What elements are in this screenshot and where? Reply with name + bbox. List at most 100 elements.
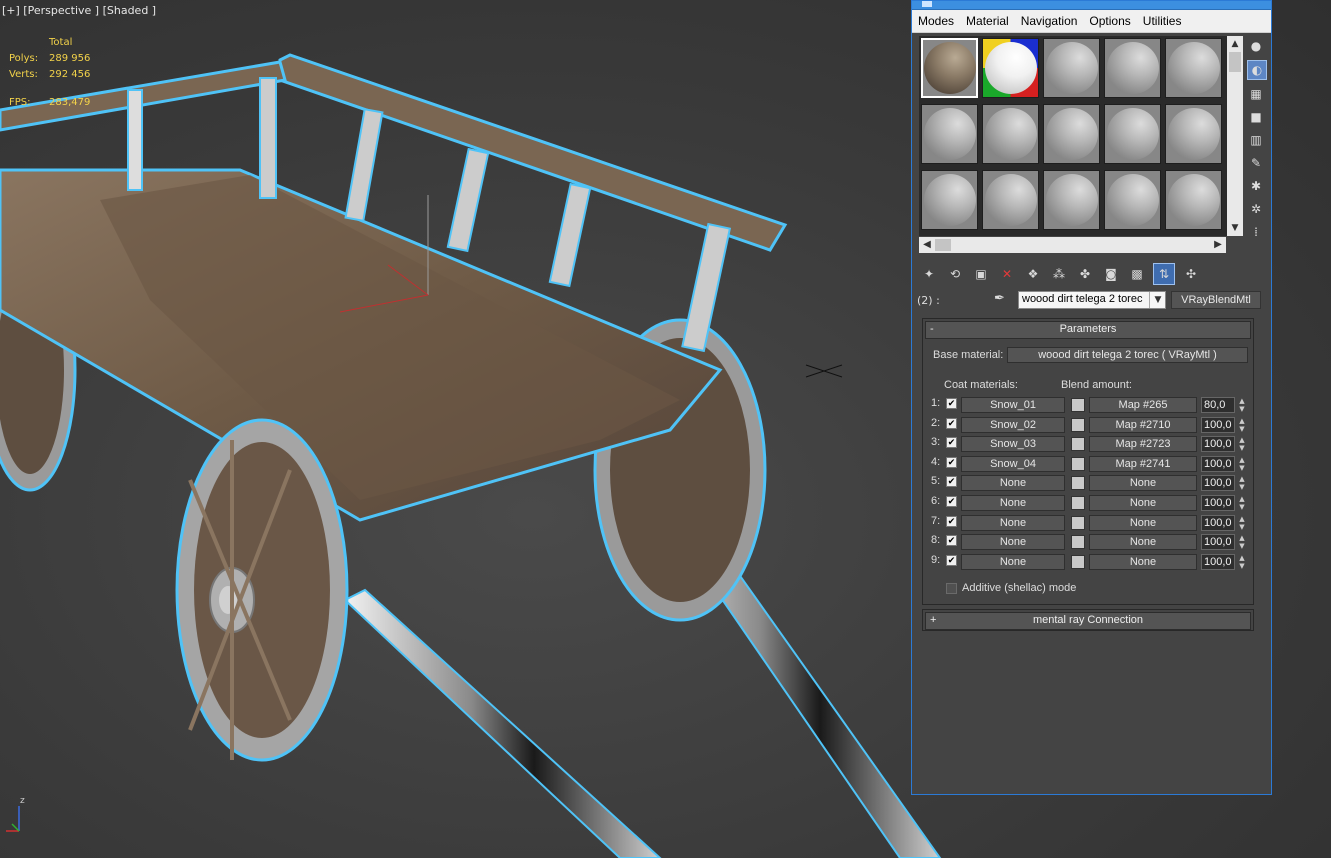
eyedropper-icon[interactable]: ✒ <box>994 291 1005 306</box>
sample-type-icon[interactable]: ● <box>1247 37 1265 55</box>
menu-options[interactable]: Options <box>1083 14 1136 28</box>
coat-material-button[interactable]: None <box>961 495 1065 511</box>
blend-color-swatch[interactable] <box>1071 437 1085 452</box>
blend-map-button[interactable]: None <box>1089 514 1197 531</box>
select-by-material-icon[interactable]: ✲ <box>1247 200 1265 218</box>
coat-material-button[interactable]: None <box>961 534 1065 551</box>
sample-uv-tiling-icon[interactable]: ■ <box>1247 108 1265 126</box>
scroll-down-icon[interactable]: ▼ <box>1227 220 1243 236</box>
blend-color-swatch[interactable] <box>1071 535 1085 550</box>
blend-map-button[interactable]: None <box>1089 475 1197 492</box>
material-slot[interactable] <box>1043 170 1100 230</box>
blend-map-button[interactable]: Map #265 <box>1089 397 1197 413</box>
material-slot[interactable] <box>1104 38 1161 98</box>
material-slot[interactable] <box>1043 104 1100 164</box>
menu-modes[interactable]: Modes <box>912 14 960 28</box>
spinner-arrows-icon[interactable]: ▲ ▼ <box>1237 515 1247 531</box>
background-icon[interactable]: ▦ <box>1247 85 1265 103</box>
scroll-thumb[interactable] <box>1229 52 1241 72</box>
material-slot[interactable] <box>1165 170 1222 230</box>
spinner-arrows-icon[interactable]: ▲ ▼ <box>1237 456 1247 472</box>
show-end-result-icon[interactable]: ▩ <box>1127 264 1147 284</box>
coat-material-button[interactable]: None <box>961 553 1065 570</box>
parameters-rollout-header[interactable]: - Parameters <box>925 321 1251 339</box>
additive-checkbox[interactable] <box>946 583 957 594</box>
put-to-scene-icon[interactable]: ⟲ <box>945 264 965 284</box>
scroll-thumb-horizontal[interactable] <box>935 239 951 251</box>
get-material-icon[interactable]: ✦ <box>919 264 939 284</box>
material-name-field[interactable]: woood dirt telega 2 torec <box>1018 291 1166 309</box>
material-id-channel-icon[interactable]: ✤ <box>1075 264 1095 284</box>
blend-map-button[interactable]: None <box>1089 495 1197 511</box>
menu-navigation[interactable]: Navigation <box>1015 14 1084 28</box>
go-forward-sibling-icon[interactable]: ✣ <box>1181 264 1201 284</box>
spinner-arrows-icon[interactable]: ▲ ▼ <box>1237 397 1247 413</box>
material-type-button[interactable]: VRayBlendMtl <box>1171 291 1261 309</box>
go-to-parent-icon[interactable]: ⇅ <box>1153 263 1175 285</box>
material-slot[interactable] <box>982 38 1039 98</box>
title-bar[interactable] <box>912 1 1271 10</box>
material-slot[interactable] <box>982 104 1039 164</box>
coat-enable-checkbox[interactable]: ✔ <box>946 554 957 566</box>
material-map-navigator-icon[interactable]: ⁞ <box>1247 223 1265 241</box>
spinner-arrows-icon[interactable]: ▲ ▼ <box>1237 436 1247 452</box>
menu-utilities[interactable]: Utilities <box>1137 14 1188 28</box>
blend-color-swatch[interactable] <box>1071 515 1085 530</box>
coat-material-button[interactable]: Snow_01 <box>961 397 1065 413</box>
coat-enable-checkbox[interactable]: ✔ <box>946 515 957 527</box>
blend-color-swatch[interactable] <box>1071 417 1085 432</box>
material-editor-window[interactable]: Modes Material Navigation Options Utilit… <box>911 0 1272 795</box>
video-color-check-icon[interactable]: ▥ <box>1247 131 1265 149</box>
menu-material[interactable]: Material <box>960 14 1015 28</box>
show-map-in-viewport-icon[interactable]: ◙ <box>1101 264 1121 284</box>
blend-amount-field[interactable]: 100,0 <box>1201 553 1235 570</box>
blend-map-button[interactable]: None <box>1089 534 1197 551</box>
blend-color-swatch[interactable] <box>1071 398 1085 412</box>
material-slot[interactable] <box>1043 38 1100 98</box>
material-slot[interactable] <box>921 104 978 164</box>
coat-enable-checkbox[interactable]: ✔ <box>946 535 957 547</box>
make-preview-icon[interactable]: ✎ <box>1247 154 1265 172</box>
blend-color-swatch[interactable] <box>1071 554 1085 569</box>
blend-amount-field[interactable]: 100,0 <box>1201 455 1235 472</box>
slots-vertical-scrollbar[interactable]: ▲ ▼ <box>1227 36 1243 236</box>
blend-color-swatch[interactable] <box>1071 476 1085 491</box>
blend-map-button[interactable]: None <box>1089 553 1197 570</box>
spinner-arrows-icon[interactable]: ▲ ▼ <box>1237 554 1247 570</box>
coat-enable-checkbox[interactable]: ✔ <box>946 456 957 468</box>
coat-material-button[interactable]: Snow_04 <box>961 455 1065 472</box>
blend-amount-field[interactable]: 100,0 <box>1201 416 1235 433</box>
material-slot[interactable] <box>1104 170 1161 230</box>
scroll-right-icon[interactable]: ▶ <box>1210 237 1226 253</box>
backlight-icon[interactable]: ◐ <box>1247 60 1267 80</box>
blend-amount-field[interactable]: 100,0 <box>1201 534 1235 551</box>
coat-material-button[interactable]: None <box>961 514 1065 531</box>
coat-enable-checkbox[interactable]: ✔ <box>946 476 957 488</box>
slots-horizontal-scrollbar[interactable]: ◀ ▶ <box>919 237 1226 253</box>
reset-map-icon[interactable]: ✕ <box>997 264 1017 284</box>
mental-ray-rollout-header[interactable]: + mental ray Connection <box>925 612 1251 630</box>
coat-material-button[interactable]: Snow_03 <box>961 436 1065 453</box>
assign-to-selection-icon[interactable]: ▣ <box>971 264 991 284</box>
make-unique-icon[interactable]: ❖ <box>1023 264 1043 284</box>
viewport-label[interactable]: [+] [Perspective ] [Shaded ] <box>2 4 156 17</box>
material-slot[interactable] <box>1165 104 1222 164</box>
blend-amount-field[interactable]: 80,0 <box>1201 397 1235 413</box>
material-slot[interactable] <box>982 170 1039 230</box>
coat-material-button[interactable]: Snow_02 <box>961 416 1065 433</box>
blend-amount-field[interactable]: 100,0 <box>1201 495 1235 511</box>
blend-color-swatch[interactable] <box>1071 496 1085 510</box>
material-slot[interactable] <box>921 38 978 98</box>
base-material-button[interactable]: woood dirt telega 2 torec ( VRayMtl ) <box>1007 347 1248 363</box>
scroll-left-icon[interactable]: ◀ <box>919 237 935 253</box>
blend-color-swatch[interactable] <box>1071 456 1085 471</box>
coat-material-button[interactable]: None <box>961 475 1065 492</box>
spinner-arrows-icon[interactable]: ▲ ▼ <box>1237 495 1247 511</box>
coat-enable-checkbox[interactable]: ✔ <box>946 417 957 429</box>
spinner-arrows-icon[interactable]: ▲ ▼ <box>1237 534 1247 550</box>
coat-enable-checkbox[interactable]: ✔ <box>946 398 957 409</box>
material-slot[interactable] <box>921 170 978 230</box>
scroll-up-icon[interactable]: ▲ <box>1227 36 1243 52</box>
blend-amount-field[interactable]: 100,0 <box>1201 475 1235 492</box>
blend-map-button[interactable]: Map #2741 <box>1089 455 1197 472</box>
